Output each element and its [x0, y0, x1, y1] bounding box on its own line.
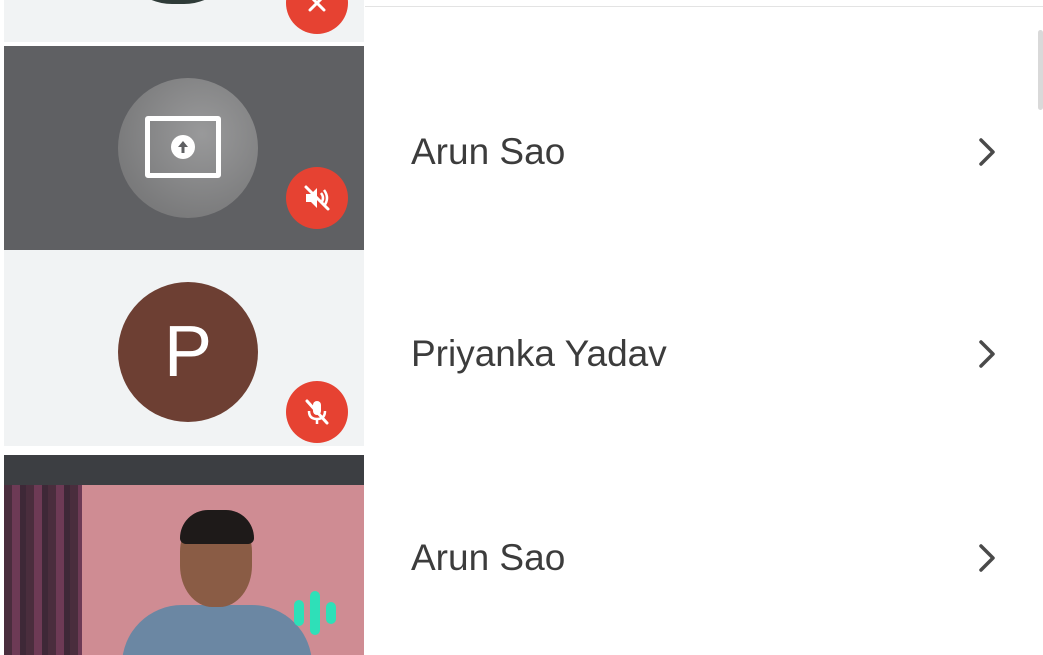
scrollbar-thumb[interactable] [1038, 30, 1043, 110]
participant-name: Priyanka Yadav [411, 333, 667, 374]
participant-row[interactable]: Priyanka Yadav [364, 314, 1038, 394]
video-curtain [4, 485, 82, 655]
participant-row[interactable]: Arun Sao [364, 112, 1038, 192]
volume-off-icon [286, 167, 348, 229]
chevron-right-icon [979, 340, 995, 368]
participant-row[interactable]: Arun Sao [364, 518, 1038, 598]
video-person-hair [180, 510, 254, 544]
participant-tile-video[interactable] [4, 455, 364, 655]
present-screen-icon [145, 116, 221, 178]
video-background [4, 455, 364, 485]
participant-name: Arun Sao [411, 537, 566, 578]
chevron-right-icon [979, 544, 995, 572]
avatar [118, 0, 238, 4]
mic-off-icon [286, 381, 348, 443]
participant-tile-initial[interactable]: P [4, 250, 364, 446]
top-divider [365, 6, 1043, 7]
chevron-right-icon [979, 138, 995, 166]
mic-off-icon [286, 0, 348, 34]
participant-tile-presenting[interactable] [4, 46, 364, 250]
avatar-initial: P [118, 282, 258, 422]
participant-tile-partial[interactable] [4, 0, 364, 42]
participant-name: Arun Sao [411, 131, 566, 172]
speaking-icon [294, 591, 336, 635]
